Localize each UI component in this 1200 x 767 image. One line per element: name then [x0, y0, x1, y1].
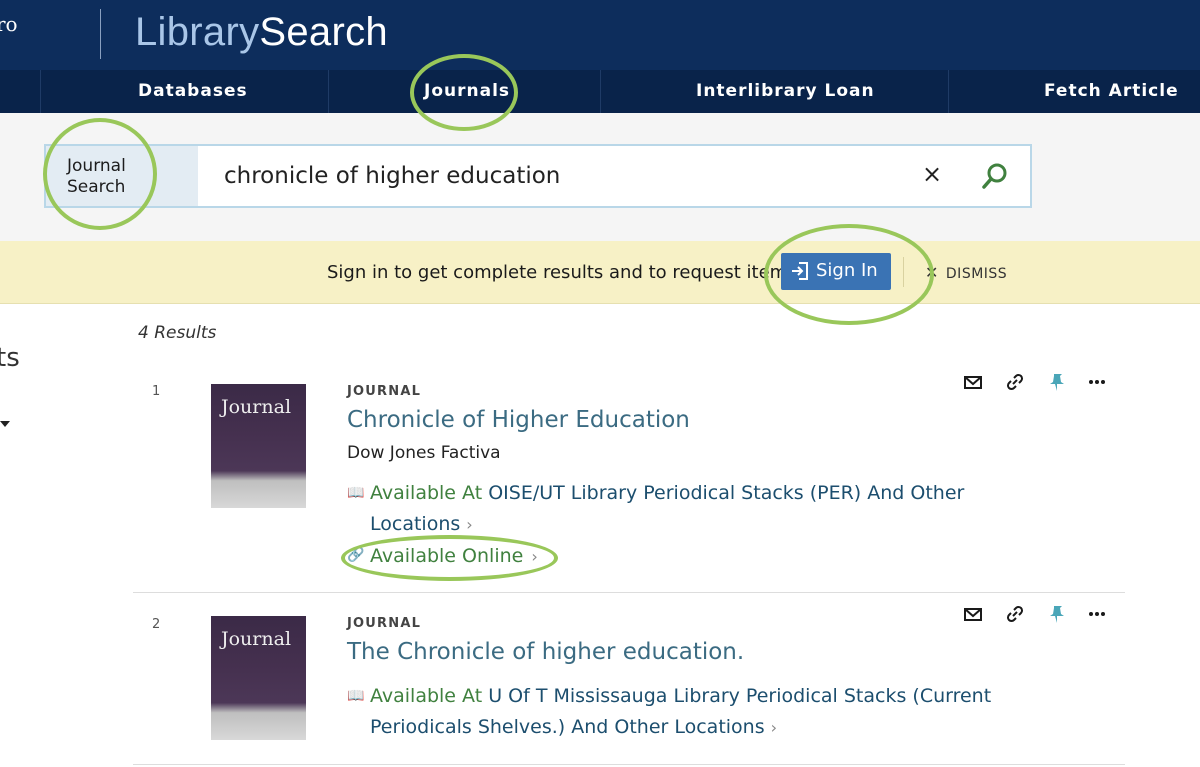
thumbnail-label: Journal [221, 628, 292, 650]
more-options-icon[interactable] [1086, 371, 1108, 393]
sign-in-icon [792, 262, 808, 280]
nav-item-databases[interactable]: Databases [138, 70, 248, 113]
result-thumbnail[interactable]: Journal [211, 384, 306, 508]
institution-logo[interactable]: ro [0, 12, 18, 36]
result-number: 2 [152, 617, 161, 632]
link-icon[interactable] [1004, 371, 1026, 393]
banner-divider [903, 257, 904, 287]
result-type: JOURNAL [347, 616, 422, 631]
result-divider [133, 592, 1125, 593]
chevron-right-icon: › [770, 718, 778, 737]
available-online-label: Available Online [370, 545, 524, 567]
facets-heading: ts [0, 343, 20, 373]
search-area: Journal Search chronicle of higher educa… [0, 113, 1200, 241]
book-icon: 📖 [347, 485, 365, 501]
close-icon: ✕ [925, 263, 939, 282]
nav-separator [40, 70, 41, 113]
search-bar: Journal Search chronicle of higher educa… [44, 144, 1032, 208]
dismiss-button[interactable]: ✕ DISMISS [925, 263, 1007, 282]
nav-item-interlibrary-loan[interactable]: Interlibrary Loan [696, 70, 875, 113]
nav-item-journals[interactable]: Journals [424, 70, 510, 113]
signin-message: Sign in to get complete results and to r… [327, 262, 797, 283]
link-icon[interactable] [1004, 603, 1026, 625]
result-thumbnail[interactable]: Journal [211, 616, 306, 740]
availability-other: And Other Locations [571, 716, 765, 738]
email-icon[interactable] [962, 603, 984, 625]
availability-link[interactable]: Available At U Of T Mississauga Library … [370, 681, 1030, 743]
signin-button[interactable]: Sign In [781, 253, 891, 290]
result-actions [962, 603, 1112, 625]
search-icon[interactable] [981, 162, 1009, 190]
chevron-right-icon: › [531, 547, 538, 566]
availability-prefix: Available At [370, 685, 483, 707]
chevron-right-icon: › [466, 515, 473, 534]
result-type: JOURNAL [347, 384, 422, 399]
result-actions [962, 371, 1112, 393]
nav-item-fetch-article[interactable]: Fetch Article [1044, 70, 1179, 113]
signin-button-label: Sign In [816, 260, 878, 281]
availability-location: OISE/UT Library Periodical Stacks (PER) [488, 482, 862, 504]
more-options-icon[interactable] [1086, 603, 1108, 625]
main-nav: Databases Journals Interlibrary Loan Fet… [0, 70, 1200, 113]
search-scope-label: Journal Search [67, 156, 126, 197]
caret-down-icon[interactable] [0, 421, 10, 427]
app-title-search: Search [259, 10, 388, 54]
nav-separator [948, 70, 949, 113]
nav-separator [328, 70, 329, 113]
result-title[interactable]: Chronicle of Higher Education [347, 407, 690, 433]
result-title[interactable]: The Chronicle of higher education. [347, 639, 744, 665]
clear-search-icon[interactable]: × [922, 160, 942, 188]
availability-link[interactable]: Available At OISE/UT Library Periodical … [370, 478, 1010, 540]
available-online-link[interactable]: Available Online › [370, 545, 538, 567]
results-count: 4 Results [138, 323, 217, 343]
email-icon[interactable] [962, 371, 984, 393]
top-header: ro LibrarySearch [0, 0, 1200, 70]
logo-divider [100, 9, 101, 59]
search-scope[interactable]: Journal Search [46, 146, 198, 206]
result-publisher: Dow Jones Factiva [347, 443, 501, 463]
pin-icon[interactable] [1046, 371, 1068, 393]
app-title[interactable]: LibrarySearch [135, 10, 388, 55]
availability-prefix: Available At [370, 482, 483, 504]
pin-icon[interactable] [1046, 603, 1068, 625]
signin-banner: Sign in to get complete results and to r… [0, 241, 1200, 304]
search-input[interactable]: chronicle of higher education [224, 163, 560, 189]
book-icon: 📖 [347, 688, 365, 704]
app-title-library: Library [135, 10, 260, 54]
result-divider [133, 764, 1125, 765]
link-icon: 🔗 [347, 547, 365, 563]
dismiss-label: DISMISS [945, 266, 1008, 282]
result-number: 1 [152, 384, 161, 399]
thumbnail-label: Journal [221, 396, 292, 418]
nav-separator [600, 70, 601, 113]
